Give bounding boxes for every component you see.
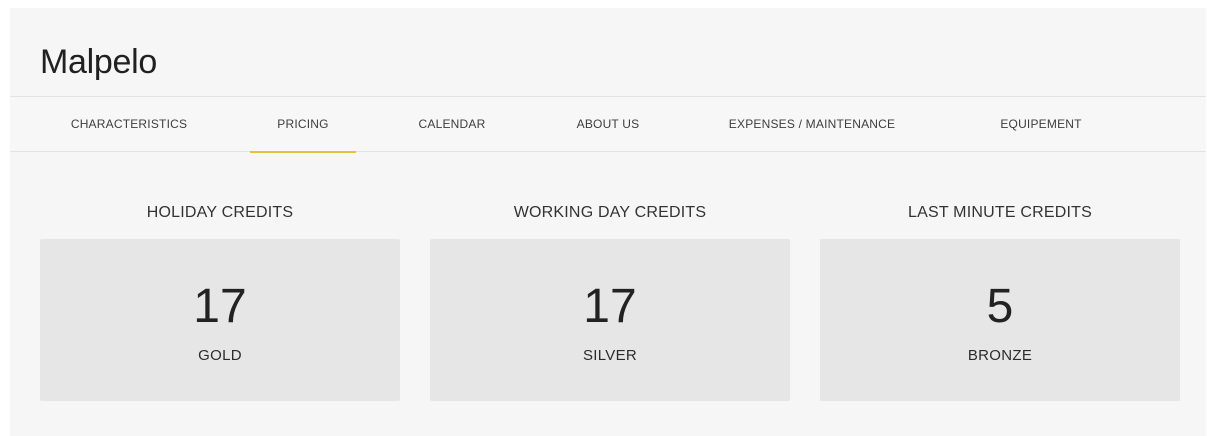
- last-minute-credits-value: 5: [986, 280, 1014, 333]
- tab-equipement[interactable]: EQUIPEMENT: [976, 97, 1106, 152]
- tab-calendar[interactable]: CALENDAR: [402, 97, 502, 152]
- tab-pricing[interactable]: PRICING: [250, 97, 356, 153]
- tab-about-us[interactable]: ABOUT US: [558, 97, 658, 152]
- tab-expenses-maintenance[interactable]: EXPENSES / MAINTENANCE: [712, 97, 912, 152]
- working-day-credits-value: 17: [583, 280, 637, 333]
- holiday-credits-value: 17: [193, 280, 247, 333]
- tab-bar: CHARACTERISTICS PRICING CALENDAR ABOUT U…: [10, 96, 1206, 153]
- holiday-credits-tier: GOLD: [198, 347, 242, 364]
- tab-characteristics[interactable]: CHARACTERISTICS: [50, 97, 208, 152]
- holiday-credits-card: 17 GOLD: [40, 239, 400, 401]
- working-day-credits-card: 17 SILVER: [430, 239, 790, 401]
- last-minute-credits-tier: BRONZE: [967, 347, 1033, 364]
- last-minute-credits-heading: LAST MINUTE CREDITS: [908, 204, 1092, 221]
- page-title: Malpelo: [40, 43, 157, 81]
- holiday-credits-heading: HOLIDAY CREDITS: [146, 204, 294, 221]
- last-minute-credits-card: 5 BRONZE: [820, 239, 1180, 401]
- working-day-credits-tier: SILVER: [582, 347, 638, 364]
- working-day-credits-heading: WORKING DAY CREDITS: [513, 204, 707, 221]
- property-panel: Malpelo CHARACTERISTICS PRICING CALENDAR…: [10, 8, 1206, 436]
